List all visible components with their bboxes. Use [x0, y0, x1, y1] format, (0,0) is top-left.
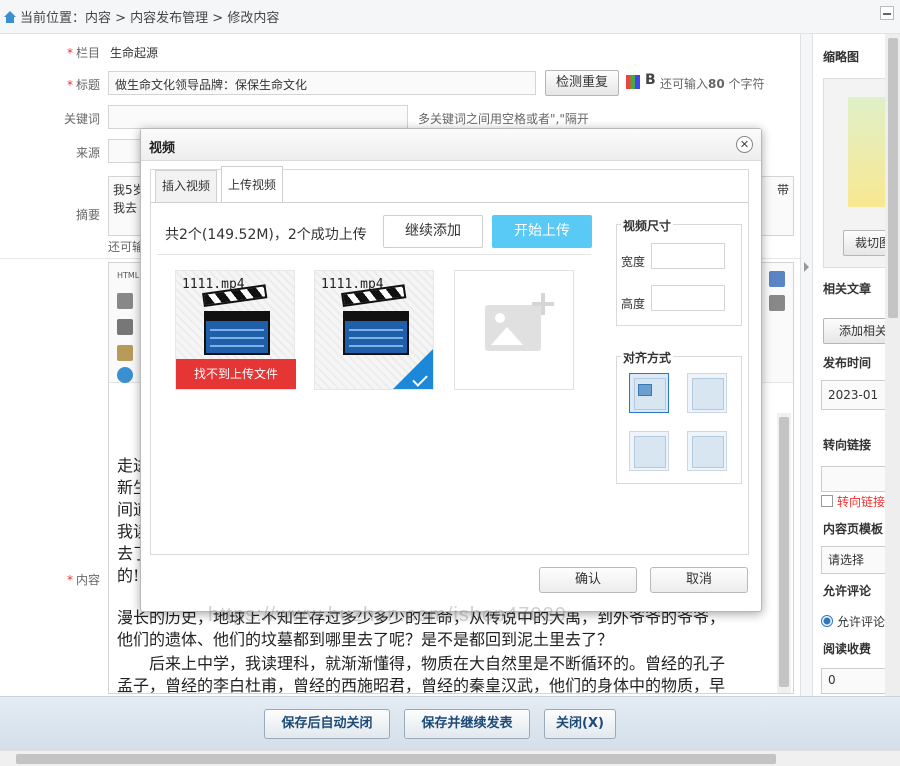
comment-radio[interactable] [821, 615, 833, 627]
dialog-close-icon[interactable]: ✕ [736, 136, 753, 153]
horizontal-scrollbar[interactable] [0, 750, 900, 766]
tab-insert-video[interactable]: 插入视频 [155, 170, 217, 203]
save-close-button[interactable]: 保存后自动关闭 [264, 709, 390, 739]
file-thumb[interactable]: 1111.mp4 找不到上传文件 [175, 270, 296, 390]
align-none-icon[interactable] [629, 373, 669, 413]
editor-line: 孟子，曾经的李白杜甫，曾经的西施昭君，曾经的秦皇汉武，他们的身体中的物质，早 [117, 676, 726, 694]
keywords-label: 关键词 [63, 112, 100, 126]
breadcrumb-text: 当前位置：内容 > 内容发布管理 > 修改内容 [20, 11, 280, 26]
format-icon[interactable] [117, 293, 133, 309]
file-error: 找不到上传文件 [176, 359, 296, 389]
redirect-checkbox-label: 转向链接 [837, 495, 886, 509]
summary-line-right: 带 [776, 183, 789, 197]
keywords-hint: 多关键词之间用空格或者","隔开 [418, 112, 589, 126]
column-label: * 栏目 [66, 46, 100, 60]
content-label: * 内容 [66, 573, 100, 587]
font-icon[interactable] [117, 319, 133, 335]
editor-scrollbar-thumb[interactable] [779, 417, 789, 687]
video-size-fieldset: 视频尺寸 宽度 高度 [616, 217, 742, 326]
upload-area: 共2个(149.52M)，2个成功上传 继续添加 开始上传 1111.mp4 找… [157, 214, 592, 552]
height-label: 高度 [621, 297, 646, 311]
dialog-body: 插入视频 上传视频 共2个(149.52M)，2个成功上传 继续添加 开始上传 … [150, 166, 749, 555]
dialog-ok-button[interactable]: 确认 [539, 567, 637, 593]
right-panel-scrollbar-thumb[interactable] [888, 38, 898, 318]
publish-time-label: 发布时间 [823, 356, 872, 370]
tab-upload-video[interactable]: 上传视频 [221, 166, 283, 203]
add-image-icon [485, 305, 541, 351]
panel-toggle[interactable] [800, 34, 812, 696]
comment-label: 允许评论 [823, 584, 872, 598]
toolbar-more-icon[interactable] [769, 295, 785, 311]
file-thumb[interactable]: 1111.mp4 [314, 270, 434, 390]
title-input[interactable]: 做生命文化领导品牌：保保生命文化 [108, 71, 536, 95]
related-label: 相关文章 [823, 282, 872, 296]
fee-label: 阅读收费 [823, 642, 872, 656]
color-grid-icon[interactable] [626, 75, 640, 89]
right-panel: 缩略图 裁切图 相关文章 添加相关 发布时间 2023-01 转向链接 转向链接… [812, 34, 900, 696]
watermark: https://www.huzhan.com/ishop47020 [208, 604, 567, 626]
upload-separator [157, 254, 591, 255]
video-dialog: 视频 ✕ 插入视频 上传视频 共2个(149.52M)，2个成功上传 继续添加 … [140, 128, 762, 612]
dialog-title: 视频 [149, 141, 176, 156]
width-input[interactable] [651, 243, 725, 269]
right-panel-scrollbar[interactable] [885, 34, 900, 696]
comment-option-label: 允许评论 [837, 615, 886, 629]
summary-label: 摘要 [75, 208, 100, 222]
redirect-checkbox[interactable] [821, 495, 833, 507]
html-source-icon[interactable]: HTML [117, 271, 139, 287]
minimize-icon[interactable] [880, 6, 894, 20]
template-label: 内容页模板 [823, 522, 884, 536]
thumbnail-label: 缩略图 [823, 50, 860, 64]
editor-line: 后来上中学，我读理科，就渐渐懂得，物质在大自然里是不断循环的。曾经的孔子 [149, 654, 726, 673]
dialog-header: 视频 ✕ [141, 129, 761, 161]
selected-check-icon [393, 349, 433, 389]
redirect-label: 转向链接 [823, 438, 872, 452]
title-label: * 标题 [66, 78, 100, 92]
keywords-input[interactable] [108, 105, 408, 129]
dialog-cancel-button[interactable]: 取消 [650, 567, 748, 593]
upload-status: 共2个(149.52M)，2个成功上传 [165, 227, 367, 243]
title-char-hint: 还可输入80 个字符 [660, 77, 765, 91]
align-center-icon[interactable] [687, 431, 727, 471]
align-left-icon[interactable] [687, 373, 727, 413]
close-button[interactable]: 关闭(X) [544, 709, 616, 739]
editor-line: 他们的遗体、他们的坟墓都到哪里去了呢？是不是都回到泥土里去了？ [117, 630, 614, 649]
footer-bar: 保存后自动关闭 保存并继续发表 关闭(X) [0, 696, 900, 750]
bold-icon[interactable]: B [645, 72, 656, 88]
help-icon[interactable] [117, 367, 133, 383]
add-file-box[interactable] [454, 270, 574, 390]
align-right-icon[interactable] [629, 431, 669, 471]
align-title: 对齐方式 [621, 349, 674, 366]
image-icon[interactable] [117, 345, 133, 361]
fullscreen-icon[interactable] [769, 271, 785, 287]
horizontal-scrollbar-thumb[interactable] [16, 754, 776, 764]
summary-hint: 还可输 [108, 240, 145, 254]
source-label: 来源 [75, 146, 100, 160]
tab-divider [151, 202, 748, 203]
editor-para-fragment: 的! [117, 566, 140, 585]
clapperboard-icon [202, 284, 270, 355]
height-input[interactable] [651, 285, 725, 311]
editor-scrollbar[interactable] [777, 413, 791, 693]
column-value: 生命起源 [110, 46, 159, 60]
continue-add-button[interactable]: 继续添加 [383, 215, 483, 248]
video-size-title: 视频尺寸 [621, 217, 674, 234]
align-fieldset: 对齐方式 [616, 349, 742, 484]
clapperboard-icon [341, 284, 409, 355]
home-icon [4, 10, 16, 23]
breadcrumb: 当前位置：内容 > 内容发布管理 > 修改内容 [0, 0, 900, 34]
check-duplicate-button[interactable]: 检测重复 [545, 70, 619, 96]
width-label: 宽度 [621, 255, 646, 269]
save-continue-button[interactable]: 保存并继续发表 [404, 709, 530, 739]
start-upload-button[interactable]: 开始上传 [492, 215, 592, 248]
